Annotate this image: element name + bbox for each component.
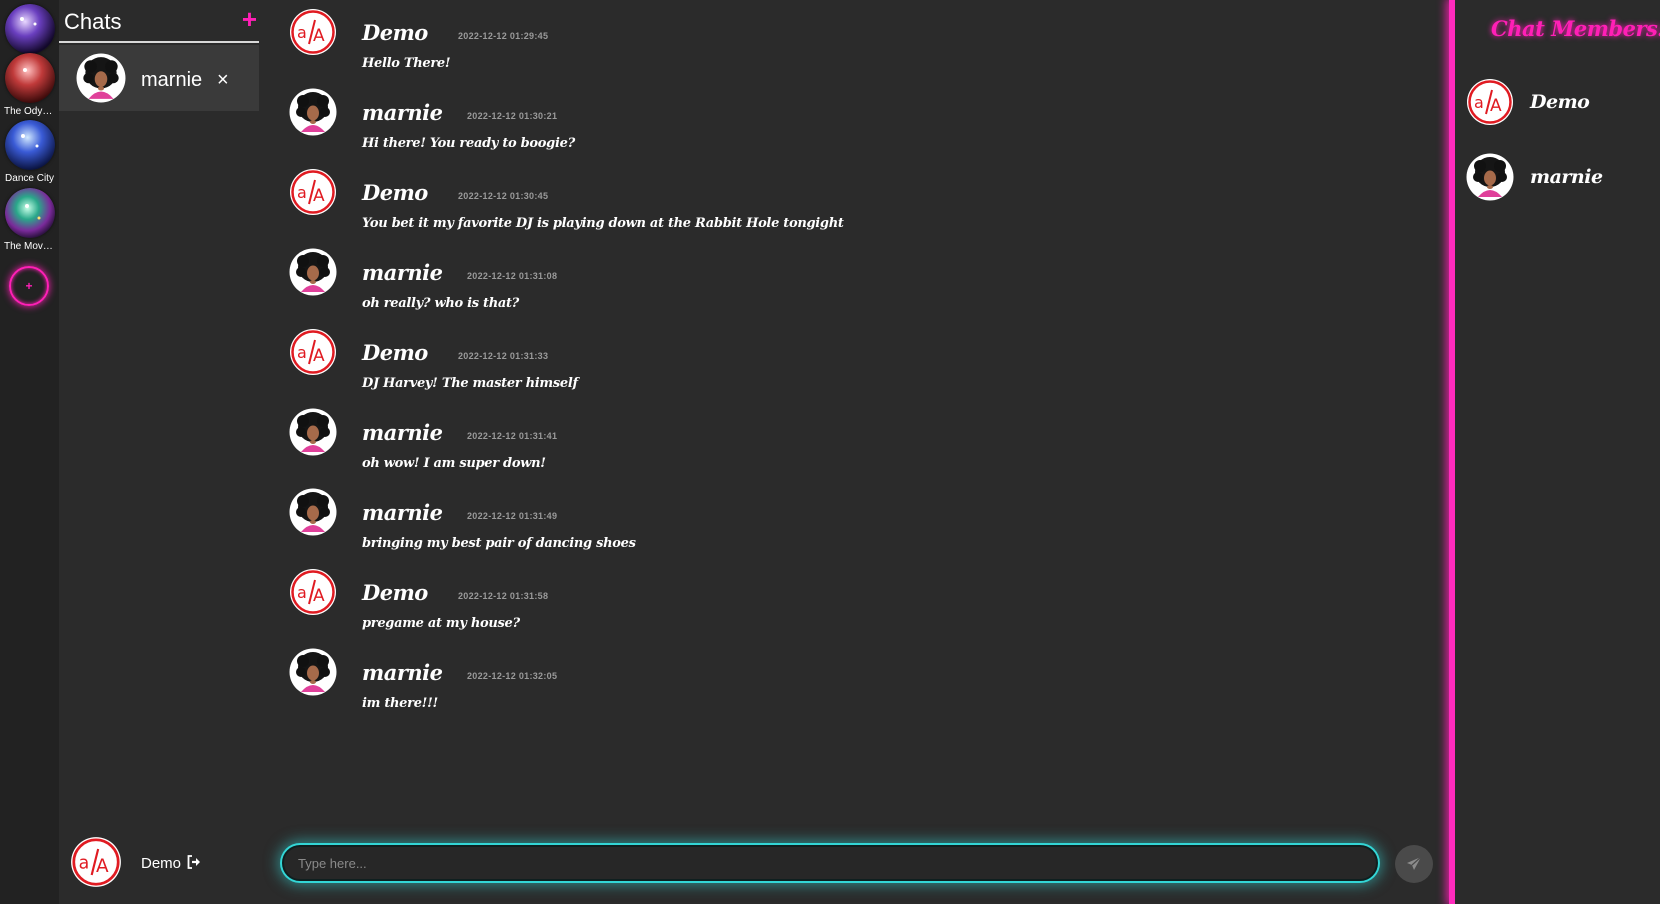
message-timestamp: 2022-12-12 01:31:08 (467, 271, 558, 281)
message-timestamp: 2022-12-12 01:30:21 (467, 111, 558, 121)
message-timestamp: 2022-12-12 01:31:33 (458, 351, 549, 361)
server-label: Dance City (5, 173, 54, 184)
dm-name: marnie (141, 69, 203, 91)
chats-title: Chats (64, 9, 122, 34)
message-item: Demo 2022-12-12 01:30:45 You bet it my f… (289, 168, 1389, 238)
member-name: marnie (1530, 166, 1603, 188)
disco-ball-icon (4, 120, 55, 170)
avatar (289, 648, 337, 696)
message-author: Demo (362, 20, 428, 45)
disco-ball-icon (4, 188, 55, 238)
logout-icon[interactable] (187, 855, 201, 869)
avatar (289, 88, 337, 136)
avatar (289, 248, 337, 296)
send-icon (1407, 856, 1422, 870)
close-icon[interactable]: × (217, 69, 229, 92)
message-author: Demo (362, 340, 428, 365)
message-item: Demo 2022-12-12 01:31:33 DJ Harvey! The … (289, 328, 1389, 398)
server-item-4[interactable]: The Movies (4, 188, 55, 252)
avatar (289, 568, 337, 616)
message-author: Demo (362, 580, 428, 605)
avatar (289, 488, 337, 536)
message-text: You bet it my favorite DJ is playing dow… (362, 216, 844, 231)
message-text: Hi there! You ready to boogie? (362, 136, 575, 151)
message-author: marnie (362, 420, 443, 445)
avatar (289, 328, 337, 376)
server-label: The Odyssey (4, 106, 55, 117)
server-label: The Movies (4, 241, 55, 252)
message-item: marnie 2022-12-12 01:31:08 oh really? wh… (289, 248, 1389, 318)
server-item-3[interactable]: Dance City (4, 120, 55, 184)
message-timestamp: 2022-12-12 01:31:41 (467, 431, 558, 441)
message-timestamp: 2022-12-12 01:31:58 (458, 591, 549, 601)
message-text: oh really? who is that? (362, 296, 519, 311)
message-timestamp: 2022-12-12 01:31:49 (467, 511, 558, 521)
dm-item[interactable]: marnie × (59, 45, 259, 111)
server-rail: The Odyssey Dance City The Movies + (0, 0, 59, 904)
avatar (289, 168, 337, 216)
message-author: marnie (362, 660, 443, 685)
message-text: DJ Harvey! The master himself (362, 376, 578, 391)
server-item-1[interactable] (4, 4, 55, 54)
avatar (70, 836, 122, 888)
server-item-2[interactable]: The Odyssey (4, 53, 55, 117)
message-item: Demo 2022-12-12 01:31:58 pregame at my h… (289, 568, 1389, 638)
add-server-button[interactable]: + (9, 266, 49, 306)
message-text: Hello There! (362, 56, 451, 71)
message-author: marnie (362, 500, 443, 525)
message-list: Demo 2022-12-12 01:29:45 Hello There! ma… (259, 0, 1449, 820)
message-item: Demo 2022-12-12 01:29:45 Hello There! (289, 8, 1389, 78)
message-text: im there!!! (362, 696, 438, 711)
avatar (289, 8, 337, 56)
message-item: marnie 2022-12-12 01:31:41 oh wow! I am … (289, 408, 1389, 478)
message-item: marnie 2022-12-12 01:30:21 Hi there! You… (289, 88, 1389, 158)
members-title: Chat Members: (1491, 16, 1660, 41)
members-panel: Chat Members: Demo marnie (1455, 0, 1660, 904)
new-chat-button[interactable]: + (242, 6, 257, 32)
current-user: Demo (59, 836, 259, 892)
message-timestamp: 2022-12-12 01:30:45 (458, 191, 549, 201)
avatar (289, 408, 337, 456)
avatar (1466, 78, 1514, 126)
message-author: marnie (362, 100, 443, 125)
chats-header: Chats + (59, 0, 259, 43)
member-item[interactable]: Demo (1466, 78, 1656, 128)
chats-panel: Chats + marnie × Demo (59, 0, 259, 904)
message-timestamp: 2022-12-12 01:32:05 (467, 671, 558, 681)
message-author: marnie (362, 260, 443, 285)
avatar (1466, 153, 1514, 201)
message-item: marnie 2022-12-12 01:31:49 bringing my b… (289, 488, 1389, 558)
avatar (76, 53, 126, 103)
current-username: Demo (141, 855, 182, 872)
message-text: bringing my best pair of dancing shoes (362, 536, 636, 551)
member-item[interactable]: marnie (1466, 153, 1656, 203)
message-author: Demo (362, 180, 428, 205)
message-timestamp: 2022-12-12 01:29:45 (458, 31, 549, 41)
send-button[interactable] (1395, 845, 1433, 883)
member-name: Demo (1530, 91, 1590, 113)
message-item: marnie 2022-12-12 01:32:05 im there!!! (289, 648, 1389, 718)
disco-ball-icon (4, 53, 55, 103)
message-text: pregame at my house? (362, 616, 520, 631)
disco-ball-icon (4, 4, 55, 54)
message-text: oh wow! I am super down! (362, 456, 546, 471)
message-input[interactable] (282, 845, 1378, 881)
